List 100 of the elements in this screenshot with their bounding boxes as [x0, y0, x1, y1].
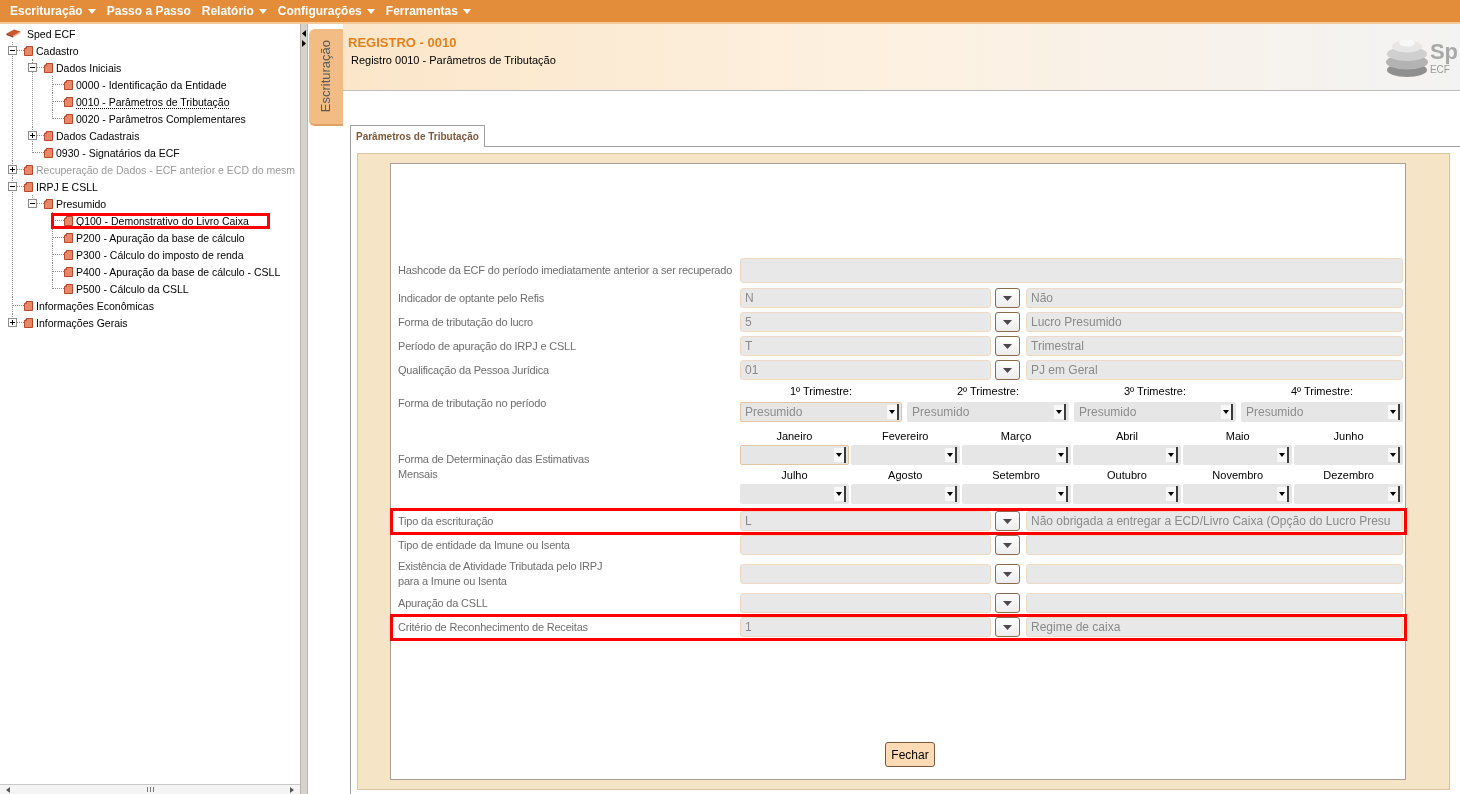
month-label: Julho	[780, 468, 809, 482]
input-field[interactable]	[740, 535, 991, 555]
input-field[interactable]: Regime de caixa	[1026, 617, 1403, 637]
form-tab[interactable]: Parâmetros de Tributação	[350, 125, 485, 147]
input-field[interactable]	[1026, 535, 1403, 555]
dropdown-button[interactable]	[995, 511, 1020, 531]
tree-item[interactable]: P200 - Apuração da base de cálculo	[76, 230, 245, 245]
menu-item[interactable]: Relatório	[201, 0, 267, 22]
input-field[interactable]: Não obrigada a entregar a ECD/Livro Caixa (Opção do Lucro Presu	[1026, 511, 1403, 531]
dropdown-button[interactable]	[995, 336, 1020, 356]
page-icon	[24, 181, 33, 192]
select-field[interactable]: Presumido	[1241, 402, 1403, 422]
dropdown-button[interactable]	[995, 360, 1020, 380]
select-field[interactable]	[850, 445, 960, 465]
input-field[interactable]: Não	[1026, 288, 1403, 308]
tree-item[interactable]: P400 - Apuração da base de cálculo - CSLL	[76, 264, 281, 279]
tree-item[interactable]: Presumido	[56, 196, 107, 211]
menu-item[interactable]: Configurações	[277, 0, 375, 22]
select-field[interactable]: Presumido	[1074, 402, 1236, 422]
input-field[interactable]: 01	[740, 360, 991, 380]
logo-subtext: ECF	[1429, 64, 1450, 76]
select-field[interactable]	[850, 484, 960, 504]
select-field[interactable]: Presumido	[740, 402, 902, 422]
field-label: Qualificação da Pessoa Jurídica	[398, 362, 550, 378]
tree-item[interactable]: 0930 - Signatários da ECF	[56, 145, 180, 160]
input-field[interactable]: N	[740, 288, 991, 308]
quarter-label: 4º Trimestre:	[1289, 384, 1355, 398]
select-field[interactable]	[1072, 445, 1182, 465]
select-field[interactable]	[1072, 484, 1182, 504]
field-label: Indicador de optante pelo Refis	[398, 290, 546, 306]
input-field[interactable]	[740, 593, 991, 613]
right-arrow-icon[interactable]	[302, 40, 306, 47]
month-label: Abril	[1114, 429, 1139, 443]
input-field[interactable]	[1026, 564, 1403, 584]
tree-item[interactable]: 0010 - Parâmetros de Tributação	[76, 94, 230, 109]
caret-down-icon	[1003, 518, 1012, 524]
minus-box-icon[interactable]	[28, 63, 37, 72]
select-field[interactable]	[1294, 445, 1403, 465]
dropdown-button[interactable]	[995, 617, 1020, 637]
input-field[interactable]	[1026, 593, 1403, 613]
page-icon	[64, 266, 73, 277]
record-title: REGISTRO - 0010	[348, 35, 457, 50]
select-field[interactable]	[1294, 484, 1403, 504]
field-label: Existência de Atividade Tributada pelo IRPJ para a Imune ou Isenta	[398, 559, 604, 589]
page-icon	[44, 147, 53, 158]
page-icon	[64, 283, 73, 294]
input-field[interactable]: 5	[740, 312, 991, 332]
tree-item[interactable]: Dados Iniciais	[56, 60, 122, 75]
tree-item[interactable]: Informações Econômicas	[36, 298, 154, 313]
input-field[interactable]: L	[740, 511, 991, 531]
left-arrow-icon[interactable]	[302, 30, 306, 37]
month-label: Janeiro	[775, 429, 814, 443]
plus-box-icon[interactable]	[8, 318, 17, 327]
select-field[interactable]	[740, 484, 849, 504]
dropdown-button[interactable]	[995, 535, 1020, 555]
input-field[interactable]: 1	[740, 617, 991, 637]
select-field[interactable]	[961, 484, 1071, 504]
input-field[interactable]	[740, 564, 991, 584]
menu-item[interactable]: Passo a Passo	[106, 0, 191, 22]
select-field[interactable]	[740, 445, 849, 465]
dropdown-button[interactable]	[995, 593, 1020, 613]
field-label: Forma de Determinação das Estimativas Mensais	[398, 451, 591, 482]
tree-item[interactable]: IRPJ E CSLL	[36, 179, 98, 194]
menu-item[interactable]: Escrituração	[10, 0, 96, 22]
tree-item[interactable]: Q100 - Demonstrativo do Livro Caixa	[76, 213, 249, 228]
scroll-left-icon[interactable]	[6, 786, 10, 793]
tree-item[interactable]: Informações Gerais	[36, 315, 128, 330]
close-button[interactable]: Fechar	[885, 742, 935, 767]
menu-item[interactable]: Ferramentas	[385, 0, 471, 22]
plus-box-icon[interactable]	[28, 131, 37, 140]
side-tab[interactable]: Escrituração	[309, 29, 343, 126]
tree-item[interactable]: 0000 - Identificação da Entidade	[76, 77, 227, 92]
dropdown-button[interactable]	[995, 312, 1020, 332]
horizontal-scrollbar[interactable]	[0, 784, 300, 794]
tree-item[interactable]: P300 - Cálculo do imposto de renda	[76, 247, 244, 262]
minus-box-icon[interactable]	[8, 182, 17, 191]
page-icon	[24, 45, 33, 56]
tree-item[interactable]: P500 - Cálculo da CSLL	[76, 281, 189, 296]
page-icon	[64, 215, 73, 226]
tree-item[interactable]: Cadastro	[36, 43, 79, 58]
input-field[interactable]: Trimestral	[1026, 336, 1403, 356]
scrollbar-grip-icon[interactable]	[146, 787, 154, 792]
input-field[interactable]	[740, 258, 1403, 283]
page-icon	[64, 249, 73, 260]
minus-box-icon[interactable]	[28, 199, 37, 208]
input-field[interactable]: PJ em Geral	[1026, 360, 1403, 380]
select-field[interactable]	[961, 445, 1071, 465]
input-field[interactable]: T	[740, 336, 991, 356]
input-field[interactable]: Lucro Presumido	[1026, 312, 1403, 332]
dropdown-button[interactable]	[995, 288, 1020, 308]
select-field[interactable]	[1183, 445, 1293, 465]
tree-item[interactable]: Dados Cadastrais	[56, 128, 140, 143]
dropdown-button[interactable]	[995, 564, 1020, 584]
select-field[interactable]	[1183, 484, 1293, 504]
select-field[interactable]: Presumido	[907, 402, 1069, 422]
scroll-right-icon[interactable]	[290, 786, 294, 793]
tree-item[interactable]: Sped ECF	[27, 26, 76, 41]
caret-down-icon	[1003, 295, 1012, 301]
tree-item[interactable]: 0020 - Parâmetros Complementares	[76, 111, 246, 126]
minus-box-icon[interactable]	[8, 46, 17, 55]
